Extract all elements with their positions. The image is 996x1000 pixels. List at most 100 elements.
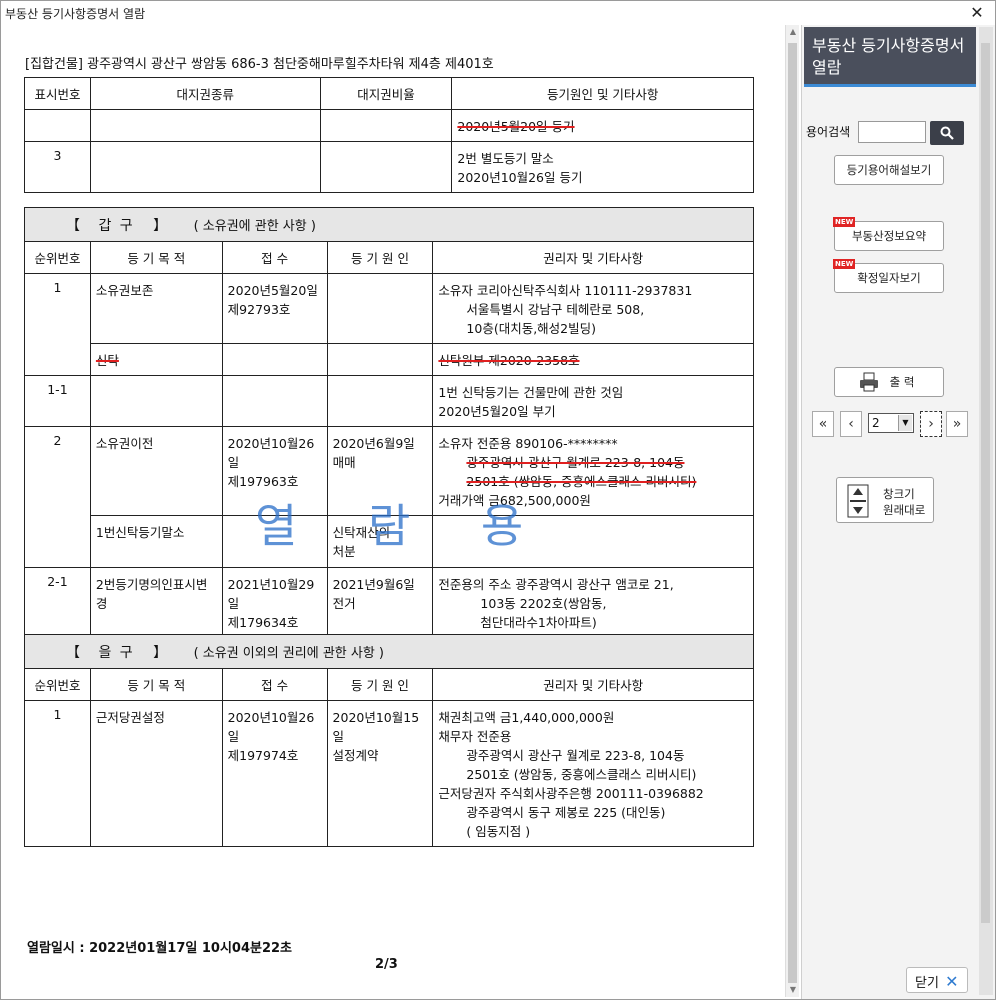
search-icon — [940, 126, 954, 140]
rights-line: 소유자 코리아신탁주식회사 110111-2937831 — [438, 283, 693, 298]
search-input[interactable] — [858, 121, 926, 143]
column-header: 순위번호 — [24, 668, 91, 701]
display-number: 3 — [24, 141, 91, 193]
document-page: [집합건물] 광주광역시 광산구 쌍암동 686-3 첨단중해마루힐주차타워 제… — [5, 25, 785, 997]
bracket-open: 【 — [66, 217, 80, 234]
first-page-icon[interactable]: « — [812, 411, 834, 437]
receipt-date: 2021년10월29일 — [227, 577, 315, 611]
resize-label-line: 창크기 — [883, 487, 915, 501]
receipt-date: 2020년10월26일 — [227, 436, 315, 470]
receipt-number: 제197963호 — [227, 474, 299, 489]
land-right-table: 표시번호 대지권종류 대지권비율 등기원인 및 기타사항 2020년5월20일 … — [24, 77, 754, 193]
new-badge: NEW — [833, 259, 856, 269]
column-header: 등기원인 및 기타사항 — [451, 77, 754, 110]
sidebar-title: 부동산 등기사항증명서 열람 — [804, 27, 976, 87]
cause-date: 2020년6월9일 — [332, 436, 415, 451]
fixed-date-label: 확정일자보기 — [857, 271, 921, 285]
page-select-value: 2 — [872, 416, 880, 430]
reset-window-size-button[interactable]: 창크기 원래대로 — [836, 477, 934, 523]
section-name: 갑 구 — [98, 217, 135, 234]
close-button[interactable]: 닫기 ✕ — [906, 967, 968, 993]
rights-line: 103동 2202호(쌍암동, — [480, 596, 607, 611]
column-header: 접 수 — [221, 241, 328, 274]
issue-datetime: 열람일시 : 2022년01월17일 10시04분22초 — [27, 941, 293, 956]
column-header: 대지권비율 — [319, 77, 453, 110]
glossary-button[interactable]: 등기용어해설보기 — [834, 155, 944, 185]
column-header: 표시번호 — [24, 77, 91, 110]
fixed-date-button[interactable]: NEW 확정일자보기 — [833, 259, 944, 293]
window-title: 부동산 등기사항증명서 열람 — [5, 7, 146, 21]
scroll-thumb[interactable] — [788, 43, 797, 983]
rights-line: 서울특별시 강남구 테헤란로 508, — [466, 302, 645, 317]
receipt-number: 제179634호 — [227, 615, 299, 630]
viewer-window: 부동산 등기사항증명서 열람 ✕ [집합건물] 광주광역시 광산구 쌍암동 68… — [0, 0, 996, 1000]
resize-label-line: 원래대로 — [883, 503, 926, 517]
scroll-up-icon[interactable]: ▲ — [786, 25, 800, 39]
close-icon: ✕ — [945, 972, 959, 991]
scroll-thumb[interactable] — [981, 43, 990, 923]
rank-number: 2-1 — [24, 567, 91, 638]
column-header: 접 수 — [221, 668, 328, 701]
receipt-number: 제197974호 — [227, 748, 299, 763]
prev-page-icon[interactable]: ‹ — [840, 411, 862, 437]
table-row: 1 근저당권설정 2020년10월26일 제197974호 2020년10월15일… — [24, 700, 754, 847]
rights-line: 전준용의 주소 광주광역시 광산구 앰코로 21, — [438, 577, 674, 592]
column-header: 등 기 목 적 — [89, 241, 223, 274]
new-badge: NEW — [833, 217, 856, 227]
rights-line: 소유자 전준용 890106-******** — [438, 436, 618, 451]
purpose: 소유권이전 — [89, 426, 223, 516]
page-select[interactable]: 2 ▼ — [868, 413, 914, 433]
property-summary-button[interactable]: NEW 부동산정보요약 — [833, 217, 944, 251]
chevron-down-icon: ▼ — [898, 415, 912, 431]
rights-line: 10층(대치동,해성2빌딩) — [466, 321, 597, 336]
bracket-close: 】 — [153, 644, 168, 661]
rights-line: 첨단대라수1차아파트) — [480, 615, 597, 630]
rights-line: 채무자 전준용 — [438, 729, 512, 744]
column-header: 대지권종류 — [89, 77, 321, 110]
sidebar-scrollbar[interactable] — [979, 27, 993, 995]
section-name: 을 구 — [98, 644, 135, 661]
column-header: 등 기 원 인 — [326, 241, 434, 274]
purpose: 2번등기명의인표시변경 — [89, 567, 223, 638]
cause-type: 매매 — [332, 455, 356, 470]
scroll-down-icon[interactable]: ▼ — [786, 983, 800, 997]
print-label: 출 력 — [889, 375, 915, 389]
rights-line: 신탁원부 제2020-2358호 — [438, 353, 580, 368]
table-row: 신탁 신탁원부 제2020-2358호 — [25, 343, 754, 376]
cause-line: 2020년10월26일 등기 — [457, 170, 583, 185]
document-scrollbar[interactable]: ▲ ▼ — [785, 25, 799, 997]
table-row: 1-1 1번 신탁등기는 건물만에 관한 것임 2020년5월20일 부기 — [24, 375, 754, 427]
eul-section-header: 【 을 구 】 ( 소유권 이외의 권리에 관한 사항 ) — [24, 634, 754, 669]
gap-section-header: 【 갑 구 】 ( 소유권에 관한 사항 ) — [24, 207, 754, 242]
struck-cause: 2020년5월20일 등기 — [457, 119, 575, 134]
close-label: 닫기 — [915, 976, 939, 991]
last-page-icon[interactable]: » — [946, 411, 968, 437]
resize-icon — [847, 484, 869, 518]
rights-line: 2501호 (쌍암동, 중흥에스클래스 리버시티) — [466, 474, 697, 489]
bracket-open: 【 — [66, 644, 80, 661]
receipt-date: 2020년10월26일 — [227, 710, 315, 744]
watermark: 열 람 용 — [255, 499, 552, 553]
section-subtitle: ( 소유권 이외의 권리에 관한 사항 ) — [193, 645, 384, 661]
table-row: 2020년5월20일 등기 — [24, 109, 754, 142]
purpose: 1번신탁등기말소 — [89, 515, 223, 568]
print-button[interactable]: 출 력 — [834, 367, 944, 397]
rank-number: 1-1 — [24, 375, 91, 427]
purpose: 근저당권설정 — [89, 700, 223, 847]
rank-number: 2 — [24, 426, 91, 568]
close-icon[interactable]: ✕ — [967, 3, 987, 23]
table-row: 1 소유권보존 2020년5월20일 제92793호 소유자 코리아신탁주식회사 … — [24, 273, 754, 376]
column-header: 등 기 원 인 — [326, 668, 434, 701]
cause-date: 2020년10월15일 — [332, 710, 420, 744]
property-summary-label: 부동산정보요약 — [851, 229, 927, 243]
next-page-icon[interactable]: › — [920, 411, 942, 437]
column-header: 권리자 및 기타사항 — [432, 668, 754, 701]
search-label: 용어검색 — [806, 125, 851, 139]
rights-line: 광주광역시 광산구 월계로 223-8, 104동 — [466, 455, 685, 470]
printer-icon — [860, 372, 878, 392]
rights-line: 채권최고액 금1,440,000,000원 — [438, 710, 615, 725]
purpose: 신탁 — [95, 353, 119, 368]
sidebar: 부동산 등기사항증명서 열람 용어검색 등기용어해설보기 NEW 부동산정보요약… — [801, 25, 995, 999]
property-address: [집합건물] 광주광역시 광산구 쌍암동 686-3 첨단중해마루힐주차타워 제… — [25, 57, 494, 72]
search-button[interactable] — [930, 121, 964, 145]
